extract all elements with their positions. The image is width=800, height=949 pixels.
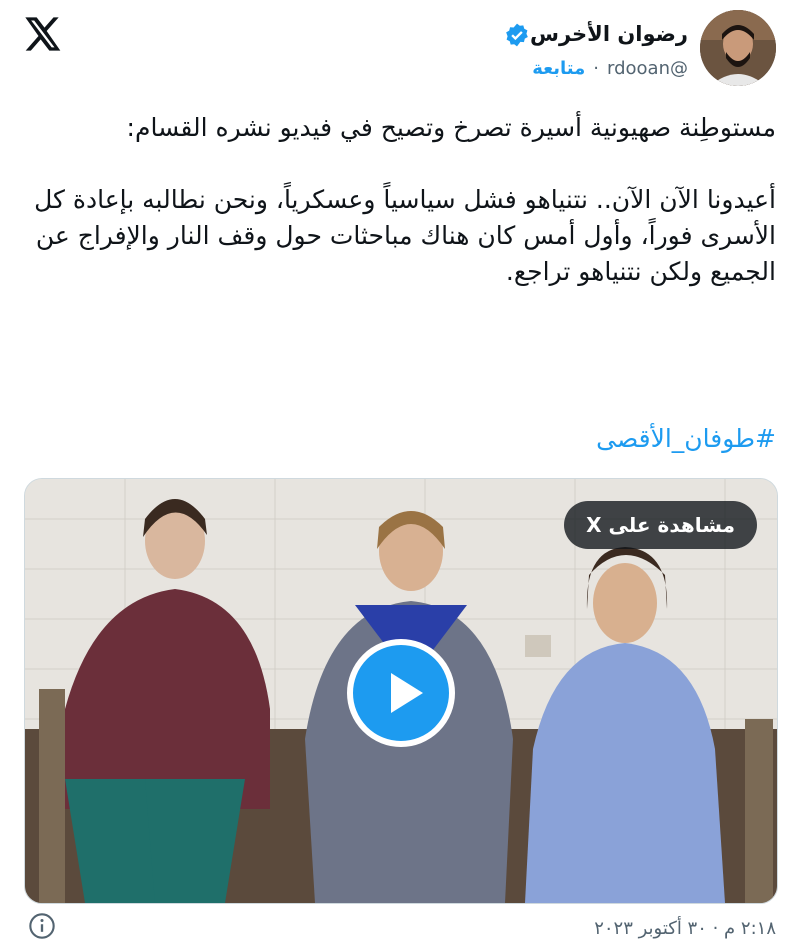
x-logo-icon[interactable] <box>22 14 62 54</box>
play-button[interactable] <box>347 639 455 747</box>
tweet-text: مستوطِنة صهيونية أسيرة تصرخ وتصيح في فيد… <box>34 113 776 286</box>
verified-badge-icon <box>506 23 528 47</box>
info-icon[interactable] <box>28 912 56 940</box>
follow-button[interactable]: متابعة <box>532 58 585 79</box>
author-handle[interactable]: @rdooan <box>607 58 688 79</box>
author-name[interactable]: رضوان الأخرس <box>530 22 688 46</box>
author-meta: @rdooan · متابعة <box>532 58 688 79</box>
avatar[interactable] <box>700 10 776 86</box>
watch-on-x-button[interactable]: مشاهدة على X <box>564 501 757 549</box>
play-icon <box>391 673 423 713</box>
meta-separator: · <box>593 58 600 79</box>
hashtag-link[interactable]: #طوفان_الأقصى <box>596 424 776 453</box>
tweet-timestamp[interactable]: ٢:١٨ م · ٣٠ أكتوبر ٢٠٢٣ <box>594 918 776 939</box>
video-player[interactable]: مشاهدة على X <box>24 478 778 904</box>
